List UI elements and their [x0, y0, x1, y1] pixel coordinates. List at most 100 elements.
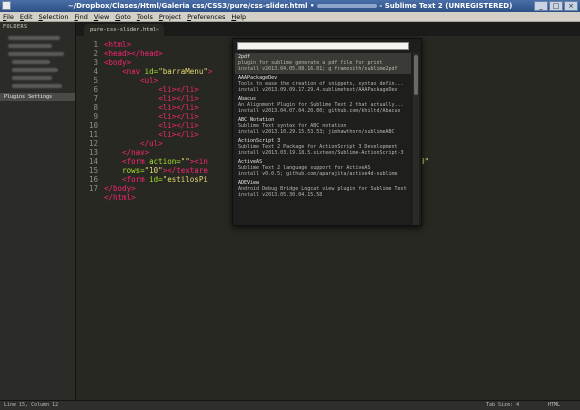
sidebar-item-redacted[interactable] — [8, 44, 52, 48]
line-number: 11 — [88, 130, 98, 139]
code-token: <li></li> — [158, 112, 199, 121]
code-token: <head></head> — [104, 49, 163, 58]
palette-entry-install: install v2013.04.05.08.16.01; g framosit… — [238, 66, 398, 72]
palette-entry-install: install v0.0.5; github.com/aparajita/act… — [238, 171, 398, 177]
code-token: <form — [122, 175, 150, 184]
tab-label: pure-css-slider.html — [90, 27, 157, 33]
palette-entry[interactable]: AAAPackageDev Tools to ease the creation … — [235, 74, 411, 95]
palette-entry[interactable]: ActiveAS Sublime Text 2 language support … — [235, 158, 411, 179]
code-token: <li></li> — [158, 130, 199, 139]
status-tab-size[interactable]: Tab Size: 4 — [486, 401, 519, 410]
code-token: > — [207, 67, 213, 76]
palette-scrollbar[interactable] — [413, 53, 419, 225]
tab-bar: pure-css-slider.html × — [76, 22, 580, 36]
close-button[interactable]: × — [564, 1, 578, 11]
sidebar-item-redacted[interactable] — [12, 60, 50, 64]
sidebar-item-selected[interactable]: Plugins Settings — [0, 93, 75, 101]
code-token: id= — [149, 175, 163, 184]
sidebar-item-redacted[interactable] — [12, 68, 58, 72]
line-number: 10 — [88, 121, 98, 130]
palette-search-input[interactable] — [237, 42, 409, 50]
code-token: "" — [180, 157, 190, 166]
code-token: id= — [144, 67, 159, 76]
line-number: 9 — [93, 112, 98, 121]
menu-view[interactable]: View — [91, 12, 112, 21]
sidebar-item-redacted[interactable] — [12, 76, 52, 80]
menu-preferences[interactable]: Preferences — [184, 12, 228, 21]
palette-entry[interactable]: ActionScript 3 Sublime Text 2 Package for… — [235, 137, 411, 158]
palette-entry-install: install v2013.10.29.15.53.53; jimhawthor… — [238, 129, 395, 135]
sidebar-item-redacted[interactable] — [12, 84, 62, 88]
palette-entry-install: install v2013.05.30.04.15.58 — [238, 192, 323, 198]
redacted-block — [316, 4, 377, 8]
menu-find[interactable]: Find — [71, 12, 90, 21]
window-title: ~/Dropbox/Clases/Html/Galeria css/CSS3/p… — [67, 2, 513, 10]
menu-file[interactable]: File — [0, 12, 17, 21]
window-controls: _ □ × — [534, 1, 578, 11]
line-number: 3 — [93, 58, 98, 67]
palette-entry[interactable]: Abacus An Alignment Plugin for Sublime Te… — [235, 95, 411, 116]
menu-project[interactable]: Project — [156, 12, 184, 21]
code-token: action= — [149, 157, 181, 166]
line-number: 17 — [88, 184, 98, 193]
tab-close-icon[interactable]: × — [156, 24, 159, 36]
palette-entry[interactable]: ADEView Android Debug Bridge Logcat view … — [235, 179, 411, 200]
code-token: <nav — [122, 67, 145, 76]
status-syntax[interactable]: HTML — [548, 401, 560, 410]
code-token: </html> — [104, 193, 136, 202]
menu-bar: File Edit Selection Find View Goto Tools Projec… — [0, 12, 580, 22]
line-number: 8 — [93, 103, 98, 112]
line-number: 15 — [88, 166, 98, 175]
code-token: </nav> — [122, 148, 150, 157]
palette-result-list: 2pdf plugin for sublime generate a pdf fi… — [235, 53, 411, 225]
tab-active[interactable]: pure-css-slider.html × — [84, 24, 164, 36]
code-token: "10" — [144, 166, 163, 175]
code-token: ><in — [189, 157, 208, 166]
palette-entry-install: install v2013.09.09.17.29.4.sublimetext/… — [238, 87, 398, 93]
maximize-button[interactable]: □ — [549, 1, 563, 11]
code-token: "estilosPi — [162, 175, 208, 184]
status-cursor-position: Line 15, Column 12 — [4, 402, 59, 408]
line-number: 16 — [88, 175, 98, 184]
menu-edit[interactable]: Edit — [17, 12, 36, 21]
line-number-gutter: 1 2 3 4 5 6 7 8 9 10 11 12 13 14 15 16 17 — [76, 40, 98, 193]
sidebar-item-redacted[interactable] — [8, 36, 60, 40]
line-number: 7 — [93, 94, 98, 103]
package-control-palette: 2pdf plugin for sublime generate a pdf fi… — [232, 38, 422, 226]
window-titlebar: ~/Dropbox/Clases/Html/Galeria css/CSS3/p… — [0, 0, 580, 12]
menu-help[interactable]: Help — [228, 12, 249, 21]
line-number: 6 — [93, 85, 98, 94]
code-token: ></textare — [162, 166, 208, 175]
status-bar: Line 15, Column 12 Tab Size: 4 HTML — [0, 400, 580, 410]
palette-entry[interactable]: ABC Notation Sublime Text syntax for ABC … — [235, 116, 411, 137]
line-number: 5 — [93, 76, 98, 85]
line-number: 1 — [93, 40, 98, 49]
minimize-button[interactable]: _ — [534, 1, 548, 11]
code-token: "barraMenu" — [158, 67, 208, 76]
code-token: <ul> — [140, 76, 159, 85]
menu-goto[interactable]: Goto — [112, 12, 134, 21]
window-menu-icon[interactable] — [2, 1, 11, 10]
sidebar-item-redacted[interactable] — [8, 52, 64, 56]
palette-entry-install: install v2013.04.07.04.20.00; github.com… — [238, 108, 401, 114]
palette-scroll-thumb[interactable] — [414, 55, 418, 95]
palette-entry-install: install v2013.03.19.18.5.sixteen/Sublime… — [238, 150, 404, 156]
menu-selection[interactable]: Selection — [36, 12, 72, 21]
line-number: 12 — [88, 139, 98, 148]
palette-entry[interactable]: 2pdf plugin for sublime generate a pdf fi… — [235, 53, 411, 74]
code-token: <li></li> — [158, 85, 199, 94]
menu-tools[interactable]: Tools — [134, 12, 156, 21]
code-token: </body> — [104, 184, 136, 193]
